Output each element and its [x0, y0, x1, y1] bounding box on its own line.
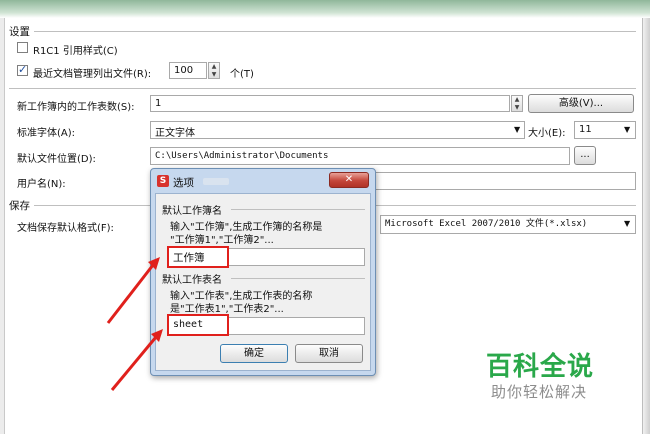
watermark-title: 百科全说: [486, 352, 595, 382]
watermark-subtitle: 助你轻松解决: [491, 383, 588, 401]
annotation-arrow-upper: [106, 257, 160, 324]
annotation-arrow-lower: [110, 329, 163, 391]
